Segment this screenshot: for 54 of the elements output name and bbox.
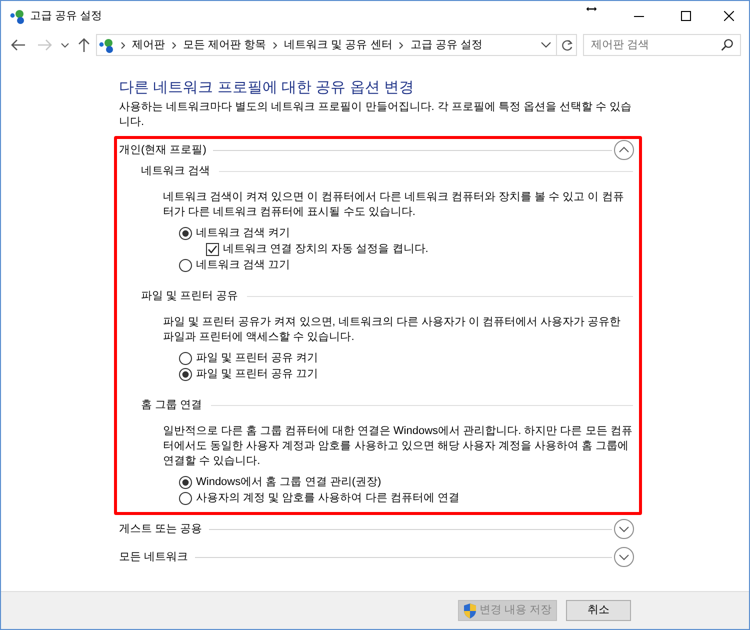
expand-icon[interactable] xyxy=(614,547,634,567)
breadcrumb-link[interactable]: 고급 공유 설정 xyxy=(410,38,482,52)
refresh-icon xyxy=(560,39,572,51)
breadcrumb-link[interactable]: 제어판 xyxy=(132,38,165,52)
radio-icon[interactable] xyxy=(179,492,192,504)
radio-icon[interactable] xyxy=(179,476,192,488)
shield-icon xyxy=(463,602,478,618)
network-icon xyxy=(10,8,25,24)
cancel-button[interactable]: 취소 xyxy=(566,600,631,621)
window-title: 고급 공유 설정 xyxy=(30,8,102,24)
intro-text: 사용하는 네트워크마다 별도의 네트워크 프로필이 만들어집니다. 각 프로필에 특정 옵션을 선택할 수 있습니다. xyxy=(118,100,633,130)
page-heading: 다른 네트워크 프로필에 대한 공유 옵션 변경 xyxy=(118,78,416,98)
close-icon xyxy=(724,11,734,21)
radio-icon[interactable] xyxy=(179,258,192,272)
breadcrumb-link[interactable]: 모든 제어판 항목 xyxy=(183,38,266,52)
checkbox-icon[interactable] xyxy=(206,242,219,256)
section-title: 네트워크 검색 xyxy=(141,164,210,178)
search-field[interactable]: 제어판 검색 xyxy=(583,34,741,56)
checkbox-option[interactable]: 네트워크 연결 장치의 자동 설정을 켭니다. xyxy=(206,241,633,257)
profile-title[interactable]: 모든 네트워크 xyxy=(119,550,188,564)
radio-option[interactable]: 파일 및 프린터 공유 끄기 xyxy=(179,366,633,382)
section-description: 일반적으로 다른 홈 그룹 컴퓨터에 대한 연결은 Windows에서 관리합니다. 하지만 다른 모든 컴퓨터에서도 동일한 사용자 계정과 암호를 사용하고 있으면 해당 사용자 계정을 사용하여 홈 그룹에 연결할 수 있습니다. xyxy=(162,424,633,469)
radio-option[interactable]: 사용자의 계정 및 암호를 사용하여 다른 컴퓨터에 연결 xyxy=(179,490,633,506)
back-arrow-icon xyxy=(10,39,26,51)
profile-title[interactable]: 개인(현재 프로필) xyxy=(119,142,206,158)
radio-icon[interactable] xyxy=(179,226,192,240)
radio-icon[interactable] xyxy=(179,368,192,380)
radio-option[interactable]: 파일 및 프린터 공유 켜기 xyxy=(179,350,633,366)
section-title: 파일 및 프린터 공유 xyxy=(141,288,238,304)
address-bar[interactable]: 제어판 모든 제어판 항목 네트워크 및 공유 센터 고급 공유 설정 xyxy=(96,34,557,56)
radio-icon[interactable] xyxy=(179,352,192,364)
chevron-right-icon xyxy=(172,42,176,48)
section-title: 홈 그룹 연결 xyxy=(141,398,202,412)
section-description: 파일 및 프린터 공유가 켜져 있으면, 네트워크의 다른 사용자가 이 컴퓨터에서 사용자가 공유한 파일과 프린터에 액세스할 수 있습니다. xyxy=(162,315,622,345)
chevron-right-icon xyxy=(399,42,404,48)
chevron-right-icon xyxy=(121,42,125,48)
dropdown-caret-icon[interactable] xyxy=(541,42,551,48)
radio-option[interactable]: 네트워크 검색 켜기 xyxy=(179,225,633,241)
caret-icon xyxy=(61,42,69,48)
resize-cursor-icon xyxy=(585,5,598,13)
refresh-button[interactable] xyxy=(557,34,577,56)
up-arrow-icon xyxy=(78,38,90,52)
chevron-right-icon xyxy=(273,42,278,48)
maximize-icon xyxy=(680,11,690,21)
radio-option[interactable]: 네트워크 검색 끄기 xyxy=(179,257,633,273)
radio-option[interactable]: Windows에서 홈 그룹 연결 관리(권장) xyxy=(179,474,633,490)
search-icon[interactable] xyxy=(721,39,733,51)
collapse-icon[interactable] xyxy=(614,140,634,160)
network-icon xyxy=(99,38,114,52)
profile-title[interactable]: 게스트 또는 공용 xyxy=(119,522,202,536)
expand-icon[interactable] xyxy=(614,519,634,539)
section-description: 네트워크 검색이 켜져 있으면 이 컴퓨터에서 다른 네트워크 컴퓨터와 장치를 볼 수 있고 이 컴퓨터가 다른 네트워크 컴퓨터에 표시될 수도 있습니다. xyxy=(162,190,625,220)
forward-arrow-icon xyxy=(38,39,52,51)
breadcrumb-link[interactable]: 네트워크 및 공유 센터 xyxy=(284,38,392,52)
